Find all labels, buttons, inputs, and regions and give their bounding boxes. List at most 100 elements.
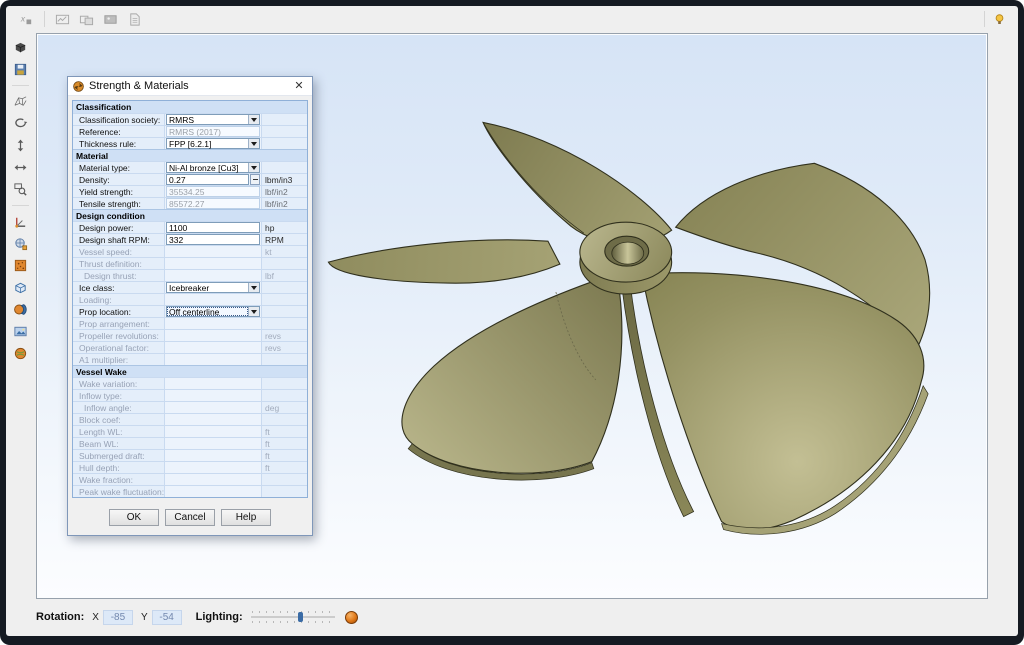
hint-bulb-icon[interactable] (989, 10, 1010, 29)
unit-yield-strength: lbf/in2 (262, 186, 307, 197)
spin-horizontal-icon[interactable] (10, 159, 31, 176)
section-header-vessel-wake: Vessel Wake (73, 365, 307, 377)
unit-prop-arrangement (262, 318, 307, 329)
table-row-tensile-strength: Tensile strength:85572.27lbf/in2 (73, 197, 307, 209)
value-thrust-definition (165, 258, 262, 269)
chevron-down-icon[interactable] (248, 307, 259, 316)
parameters-table: ClassificationClassification society:RMR… (72, 100, 308, 498)
dropdown-value: FPP [6.2.1] (167, 139, 248, 148)
strength-materials-dialog: Strength & Materials ✕ ClassificationCla… (67, 76, 313, 536)
blade-lower-left (402, 281, 622, 473)
dialog-buttons: OK Cancel Help (68, 509, 312, 526)
table-row-reference: Reference:RMRS (2017) (73, 125, 307, 137)
material-ball-icon[interactable] (345, 611, 358, 624)
chevron-down-icon[interactable] (248, 115, 259, 124)
frames-view-icon[interactable] (76, 10, 97, 29)
table-row-inflow-type: Inflow type: (73, 389, 307, 401)
report-page-icon[interactable] (124, 10, 145, 29)
label-design-thrust: Design thrust: (73, 270, 165, 281)
value-block-coef (165, 414, 262, 425)
table-row-vessel-speed: Vessel speed:kt (73, 245, 307, 257)
fieldwrap (166, 234, 260, 245)
table-row-operational-factor: Operational factor: revs (73, 341, 307, 353)
ok-button[interactable]: OK (109, 509, 159, 526)
unit-submerged-draft: ft (262, 450, 307, 461)
wireframe-cube-icon[interactable] (10, 279, 31, 296)
material-texture-icon[interactable] (10, 257, 31, 274)
label-submerged-draft: Submerged draft: (73, 450, 165, 461)
expression-builder-icon[interactable]: x (16, 10, 37, 29)
save-model-icon[interactable] (10, 61, 31, 78)
solid-cube-icon[interactable] (10, 39, 31, 56)
image-view-icon[interactable] (10, 323, 31, 340)
mesh-view-icon[interactable] (10, 93, 31, 110)
propeller-blades[interactable] (328, 122, 929, 534)
label-material-type: Material type: (73, 162, 165, 173)
value-propeller-revolutions (165, 330, 262, 341)
dropdown-material-type[interactable]: Ni-Al bronze [Cu3] (166, 162, 260, 173)
expand-density-button[interactable] (250, 174, 260, 185)
value-inflow-angle (165, 402, 262, 413)
table-row-classification-society: Classification society:RMRS (73, 113, 307, 125)
probe-inspect-icon[interactable] (10, 235, 31, 252)
dropdown-ice-class[interactable]: Icebreaker (166, 282, 260, 293)
dialog-title-bar[interactable]: Strength & Materials ✕ (68, 77, 312, 96)
input-design-power[interactable] (166, 222, 260, 233)
table-row-inflow-angle: Inflow angle:deg (73, 401, 307, 413)
value-wake-variation (165, 378, 262, 389)
section-header-material: Material (73, 149, 307, 161)
unit-loading (262, 294, 307, 305)
lighting-slider[interactable] (251, 610, 335, 624)
unit-operational-factor: revs (262, 342, 307, 353)
unit-wake-variation (262, 378, 307, 389)
label-density: Density: (73, 174, 165, 185)
value-design-thrust (165, 270, 262, 281)
input-density[interactable] (166, 174, 249, 185)
table-row-beam-wl: Beam WL:ft (73, 437, 307, 449)
table-row-block-coef: Block coef: (73, 413, 307, 425)
chevron-down-icon[interactable] (248, 283, 259, 292)
table-row-hull-depth: Hull depth:ft (73, 461, 307, 473)
spin-vertical-icon[interactable] (10, 137, 31, 154)
help-button[interactable]: Help (221, 509, 271, 526)
axes-origin-icon[interactable] (10, 213, 31, 230)
render-image-icon[interactable] (100, 10, 121, 29)
label-inflow-type: Inflow type: (73, 390, 165, 401)
label-block-coef: Block coef: (73, 414, 165, 425)
dropdown-value: Icebreaker (167, 283, 248, 292)
close-icon[interactable]: ✕ (291, 78, 307, 94)
table-row-design-shaft-rpm: Design shaft RPM:RPM (73, 233, 307, 245)
unit-design-power: hp (262, 222, 307, 233)
viewport-3d[interactable]: Strength & Materials ✕ ClassificationCla… (36, 33, 988, 599)
unit-thrust-definition (262, 258, 307, 269)
zoom-window-icon[interactable] (10, 181, 31, 198)
rotation-y-value: -54 (152, 610, 182, 625)
orbit-rotate-icon[interactable] (10, 115, 31, 132)
table-row-design-power: Design power:hp (73, 221, 307, 233)
label-wake-variation: Wake variation: (73, 378, 165, 389)
chevron-down-icon[interactable] (248, 139, 259, 148)
plot-window-icon[interactable] (52, 10, 73, 29)
label-ice-class: Ice class: (73, 282, 165, 293)
propeller-hub[interactable] (580, 222, 672, 294)
label-yield-strength: Yield strength: (73, 186, 165, 197)
toolbar-separator (12, 205, 29, 206)
table-row-ice-class: Ice class:Icebreaker (73, 281, 307, 293)
chevron-down-icon[interactable] (248, 163, 259, 172)
duo-tool-icon[interactable] (10, 301, 31, 318)
dropdown-classification-society[interactable]: RMRS (166, 114, 260, 125)
dropdown-thickness-rule[interactable]: FPP [6.2.1] (166, 138, 260, 149)
unit-density: lbm/in3 (262, 174, 307, 185)
unit-wake-fraction (262, 474, 307, 485)
sphere-render-icon[interactable] (10, 345, 31, 362)
unit-classification-society (262, 114, 307, 125)
value-a1-multiplier (165, 354, 262, 365)
dropdown-prop-location[interactable]: Off centerline (166, 306, 260, 317)
section-header-design-condition: Design condition (73, 209, 307, 221)
table-row-yield-strength: Yield strength:35534.25lbf/in2 (73, 185, 307, 197)
input-design-shaft-rpm[interactable] (166, 234, 260, 245)
label-operational-factor: Operational factor: (73, 342, 165, 353)
slider-thumb[interactable] (298, 612, 303, 622)
cancel-button[interactable]: Cancel (165, 509, 215, 526)
rotation-x-value: -85 (103, 610, 133, 625)
